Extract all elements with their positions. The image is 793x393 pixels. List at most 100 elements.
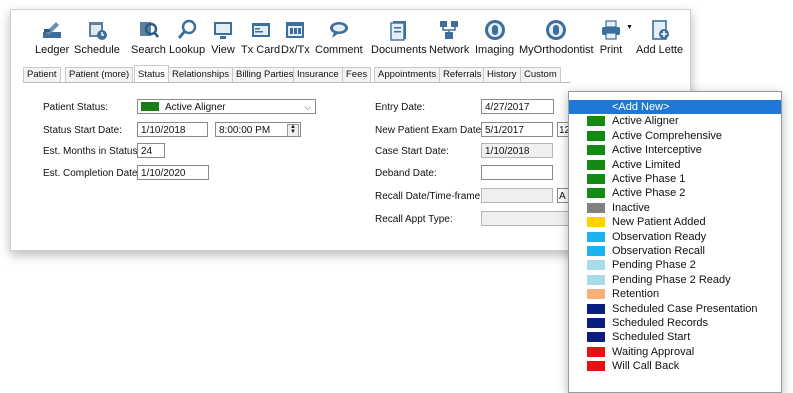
tab-bar: Patient Patient (more) Status Relationsh… bbox=[23, 65, 570, 83]
status-option[interactable]: Retention bbox=[569, 287, 781, 301]
status-option-label: Active Aligner bbox=[612, 115, 679, 128]
status-option-label: Scheduled Start bbox=[612, 331, 691, 344]
tab-history[interactable]: History bbox=[483, 67, 521, 82]
imaging-button[interactable]: Imaging bbox=[475, 18, 514, 56]
lookup-button[interactable]: Lookup bbox=[169, 18, 205, 56]
recall-date-field bbox=[481, 188, 553, 203]
time-spinner-icon[interactable]: ▲ ▼ bbox=[287, 124, 299, 136]
tx-card-button[interactable]: Tx Card bbox=[241, 18, 280, 56]
case-start-field: 1/10/2018 bbox=[481, 143, 553, 158]
dx-tx-button[interactable]: Dx/Tx bbox=[281, 18, 310, 56]
status-option[interactable]: Inactive bbox=[569, 201, 781, 215]
tab-patient-more[interactable]: Patient (more) bbox=[65, 67, 134, 82]
add-letter-button[interactable]: Add Lette bbox=[636, 18, 683, 56]
tab-referrals[interactable]: Referrals bbox=[439, 67, 486, 82]
schedule-button[interactable]: Schedule bbox=[74, 18, 120, 56]
status-color-swatch bbox=[587, 361, 605, 372]
print-icon bbox=[599, 18, 623, 42]
chevron-down-icon: ⌵ bbox=[304, 102, 311, 112]
status-option[interactable]: Active Limited bbox=[569, 158, 781, 172]
status-option[interactable]: Scheduled Records bbox=[569, 316, 781, 330]
status-option[interactable]: <Add New> bbox=[569, 100, 781, 114]
status-option[interactable]: Active Comprehensive bbox=[569, 129, 781, 143]
status-option[interactable]: Scheduled Case Presentation bbox=[569, 302, 781, 316]
chevron-down-icon[interactable]: ▼ bbox=[626, 24, 633, 31]
network-button[interactable]: Network bbox=[429, 18, 469, 56]
status-color-swatch bbox=[587, 217, 605, 228]
status-start-time-field[interactable]: 8:00:00 PM ▲ ▼ bbox=[215, 122, 301, 137]
status-option[interactable]: Pending Phase 2 Ready bbox=[569, 273, 781, 287]
est-completion-label: Est. Completion Date: bbox=[43, 168, 141, 179]
view-icon bbox=[211, 18, 235, 42]
est-months-label: Est. Months in Status: bbox=[43, 146, 141, 157]
deband-date-field[interactable] bbox=[481, 165, 553, 180]
new-patient-exam-label: New Patient Exam Date: bbox=[375, 125, 484, 136]
recall-date-label: Recall Date/Time-frame: bbox=[375, 191, 483, 202]
tab-insurance[interactable]: Insurance bbox=[293, 67, 343, 82]
tab-status[interactable]: Status bbox=[134, 65, 169, 82]
new-patient-exam-field[interactable]: 5/1/2017 bbox=[481, 122, 553, 137]
documents-button[interactable]: Documents bbox=[371, 18, 427, 56]
network-icon bbox=[437, 18, 461, 42]
tx-card-icon bbox=[249, 18, 273, 42]
status-option-label: Inactive bbox=[612, 201, 650, 214]
ledger-icon bbox=[40, 18, 64, 42]
print-button[interactable]: Print ▼ bbox=[599, 18, 633, 56]
add-letter-icon bbox=[648, 18, 672, 42]
status-color-swatch bbox=[587, 332, 605, 343]
status-color-swatch bbox=[587, 289, 605, 300]
status-option[interactable]: Pending Phase 2 bbox=[569, 258, 781, 272]
status-option[interactable]: Scheduled Start bbox=[569, 330, 781, 344]
status-option[interactable]: Waiting Approval bbox=[569, 345, 781, 359]
tab-custom[interactable]: Custom bbox=[520, 67, 561, 82]
status-option-label: New Patient Added bbox=[612, 216, 706, 229]
status-option[interactable]: Observation Ready bbox=[569, 230, 781, 244]
patient-status-label: Patient Status: bbox=[43, 102, 109, 113]
status-color-swatch bbox=[587, 202, 605, 213]
status-option-label: Scheduled Case Presentation bbox=[612, 302, 758, 315]
status-option-label: <Add New> bbox=[612, 101, 670, 113]
tab-relationships[interactable]: Relationships bbox=[168, 67, 234, 82]
comment-button[interactable]: Comment bbox=[315, 18, 363, 56]
view-button[interactable]: View bbox=[211, 18, 235, 56]
status-option[interactable]: Active Aligner bbox=[569, 114, 781, 128]
entry-date-field[interactable]: 4/27/2017 bbox=[481, 99, 554, 114]
toolbar: Ledger Schedule Search Lookup View Tx Ca… bbox=[19, 18, 683, 68]
imaging-icon bbox=[483, 18, 507, 42]
tab-patient[interactable]: Patient bbox=[23, 67, 61, 82]
tab-billing-parties[interactable]: Billing Parties bbox=[232, 67, 298, 82]
status-option-label: Active Phase 2 bbox=[612, 187, 686, 200]
search-icon bbox=[136, 18, 160, 42]
patient-status-dropdown-list: <Add New> Active Aligner Active Comprehens… bbox=[568, 91, 782, 393]
est-months-field[interactable]: 24 bbox=[137, 143, 165, 158]
status-option-label: Observation Recall bbox=[612, 245, 705, 257]
status-option[interactable]: Active Phase 1 bbox=[569, 172, 781, 186]
status-start-date-field[interactable]: 1/10/2018 bbox=[137, 122, 208, 137]
status-option-label: Observation Ready bbox=[612, 230, 707, 243]
status-color-swatch bbox=[587, 159, 605, 170]
status-option-label: Scheduled Records bbox=[612, 317, 709, 329]
status-color-swatch bbox=[587, 145, 605, 156]
tab-fees[interactable]: Fees bbox=[342, 67, 372, 82]
status-option[interactable]: New Patient Added bbox=[569, 215, 781, 229]
status-color-swatch bbox=[587, 346, 605, 357]
status-option[interactable]: Active Phase 2 bbox=[569, 186, 781, 200]
myorthodontist-icon bbox=[544, 18, 568, 42]
search-button[interactable]: Search bbox=[131, 18, 166, 56]
est-completion-field[interactable]: 1/10/2020 bbox=[137, 165, 209, 180]
status-color-swatch bbox=[587, 116, 605, 127]
status-color-swatch bbox=[587, 130, 605, 141]
entry-date-label: Entry Date: bbox=[375, 102, 426, 113]
status-option[interactable]: Active Interceptive bbox=[569, 143, 781, 157]
ledger-button[interactable]: Ledger bbox=[35, 18, 69, 56]
myorthodontist-button[interactable]: MyOrthodontist bbox=[519, 18, 594, 56]
tab-appointments[interactable]: Appointments bbox=[374, 67, 441, 82]
status-option-label: Will Call Back bbox=[612, 360, 680, 373]
status-option[interactable]: Will Call Back bbox=[569, 359, 781, 373]
status-start-date-label: Status Start Date: bbox=[43, 125, 122, 136]
status-color-swatch bbox=[587, 303, 605, 314]
comment-icon bbox=[327, 18, 351, 42]
patient-status-select[interactable]: Active Aligner ⌵ bbox=[137, 99, 316, 114]
recall-appt-type-select[interactable] bbox=[481, 211, 569, 226]
status-option[interactable]: Observation Recall bbox=[569, 244, 781, 258]
